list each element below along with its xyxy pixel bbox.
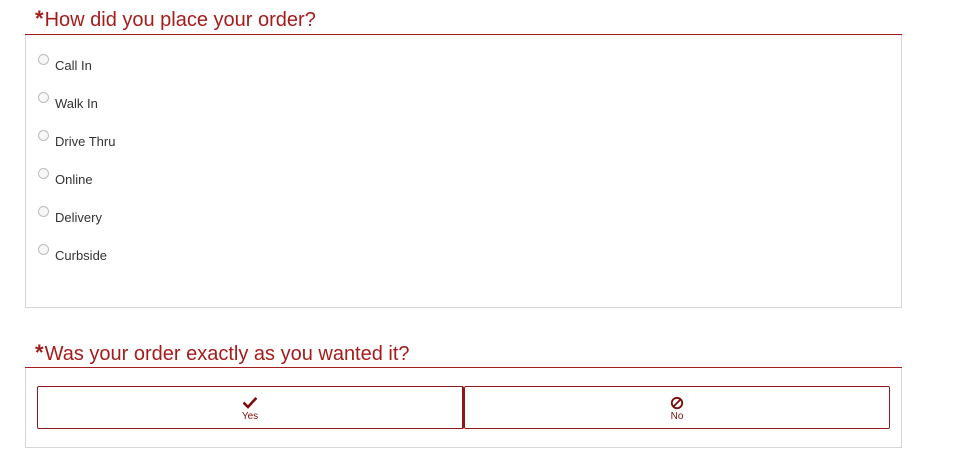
option-drive-thru[interactable]: Drive Thru (26, 126, 901, 164)
radio-button[interactable] (38, 130, 49, 141)
yes-button[interactable]: Yes (37, 386, 464, 429)
yes-no-panel: Yes No (25, 368, 902, 448)
no-symbol-icon (670, 396, 684, 409)
no-button[interactable]: No (464, 386, 890, 429)
option-delivery[interactable]: Delivery (26, 202, 901, 240)
options-panel: Call In Walk In Drive Thru Online Delive… (25, 35, 902, 308)
option-online[interactable]: Online (26, 164, 901, 202)
question-text: How did you place your order? (44, 9, 316, 31)
radio-button[interactable] (38, 168, 49, 179)
required-asterisk: * (35, 6, 44, 31)
check-icon (243, 396, 257, 409)
yes-label: Yes (241, 410, 259, 422)
radio-button[interactable] (38, 92, 49, 103)
option-curbside[interactable]: Curbside (26, 240, 901, 278)
option-walk-in[interactable]: Walk In (26, 88, 901, 126)
option-call-in[interactable]: Call In (26, 50, 901, 88)
yes-no-buttons: Yes No (37, 386, 890, 429)
option-label: Curbside (55, 248, 108, 263)
option-label: Drive Thru (55, 134, 116, 149)
question-order-method: *How did you place your order? Call In W… (25, 0, 902, 308)
question-title: *How did you place your order? (25, 0, 902, 35)
survey-page: *How did you place your order? Call In W… (0, 0, 974, 464)
required-asterisk: * (35, 340, 44, 365)
question-order-accuracy: *Was your order exactly as you wanted it… (25, 338, 902, 448)
no-label: No (670, 410, 684, 422)
option-label: Call In (55, 58, 92, 73)
option-label: Delivery (55, 210, 102, 225)
question-title: *Was your order exactly as you wanted it… (25, 338, 902, 368)
radio-button[interactable] (38, 206, 49, 217)
question-text: Was your order exactly as you wanted it? (44, 343, 410, 365)
radio-button[interactable] (38, 54, 49, 65)
option-label: Walk In (55, 96, 98, 111)
radio-button[interactable] (38, 244, 49, 255)
option-label: Online (55, 172, 93, 187)
